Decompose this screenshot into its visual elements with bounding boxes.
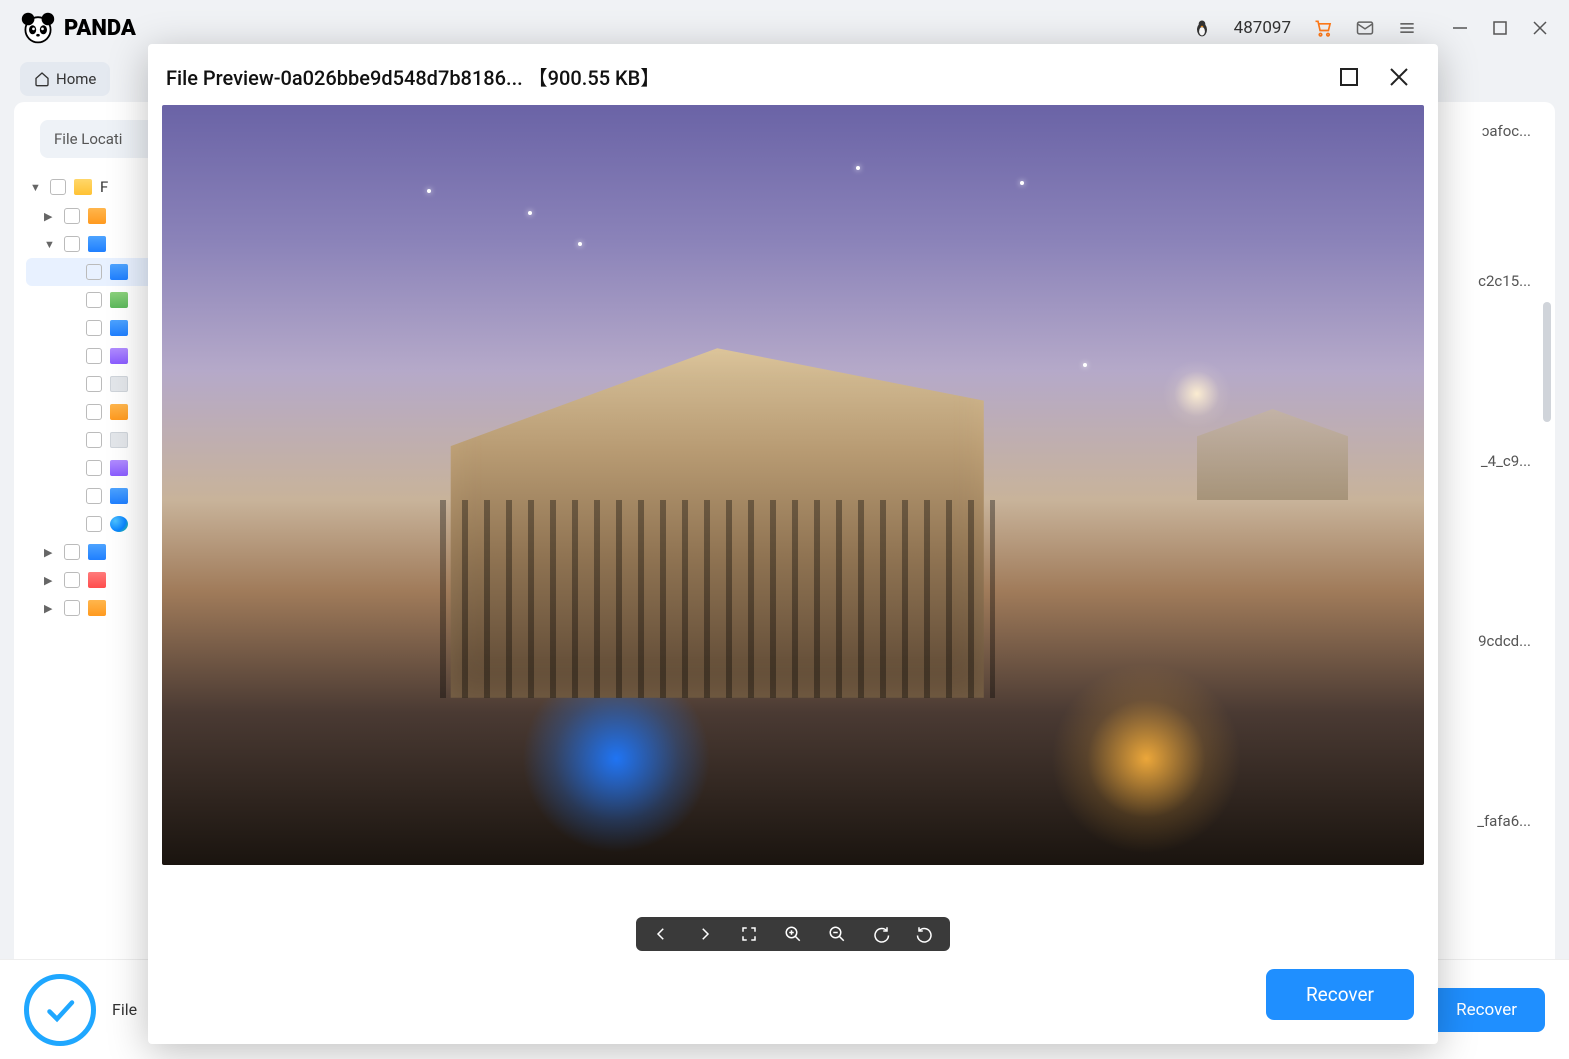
file-type-icon xyxy=(88,208,106,224)
chevron-right-icon[interactable]: ▶ xyxy=(44,602,56,615)
file-type-icon xyxy=(110,376,128,392)
file-type-icon xyxy=(110,488,128,504)
status-text: File xyxy=(112,1000,137,1019)
checkbox[interactable] xyxy=(86,376,102,392)
file-type-icon xyxy=(88,544,106,560)
maximize-button[interactable] xyxy=(1491,19,1509,37)
file-type-icon xyxy=(110,460,128,476)
window-controls xyxy=(1451,19,1549,37)
zoom-in-button[interactable] xyxy=(782,923,804,945)
preview-image xyxy=(162,105,1424,865)
close-button[interactable] xyxy=(1531,19,1549,37)
checkbox[interactable] xyxy=(86,460,102,476)
rotate-left-button[interactable] xyxy=(914,923,936,945)
checkbox[interactable] xyxy=(86,432,102,448)
file-type-icon xyxy=(88,236,106,252)
panda-icon xyxy=(20,10,56,46)
preview-area xyxy=(148,105,1438,955)
zoom-out-button[interactable] xyxy=(826,923,848,945)
scrollbar[interactable] xyxy=(1543,302,1551,422)
chevron-down-icon[interactable]: ▼ xyxy=(30,181,42,194)
home-breadcrumb[interactable]: Home xyxy=(20,62,110,96)
minimize-button[interactable] xyxy=(1451,19,1469,37)
file-type-icon xyxy=(110,348,128,364)
filename-peek: _fafa6... xyxy=(1477,812,1531,830)
header-right: 487097 xyxy=(1192,18,1549,38)
viewer-toolbar xyxy=(636,917,950,951)
scan-complete-icon xyxy=(24,974,96,1046)
file-type-icon xyxy=(88,600,106,616)
file-type-icon xyxy=(110,516,128,532)
checkbox[interactable] xyxy=(86,292,102,308)
checkbox[interactable] xyxy=(64,544,80,560)
brand-logo: PANDA xyxy=(20,10,136,46)
preview-modal: File Preview-0a026bbe9d548d7b8186... 【90… xyxy=(148,44,1438,1044)
cart-icon[interactable] xyxy=(1313,18,1333,38)
filename-peek: _4_c9... xyxy=(1481,452,1531,470)
penguin-icon xyxy=(1192,18,1212,38)
mail-icon[interactable] xyxy=(1355,18,1375,38)
recover-button-main[interactable]: Recover xyxy=(1428,988,1545,1032)
fullscreen-button[interactable] xyxy=(738,923,760,945)
chevron-right-icon[interactable]: ▶ xyxy=(44,210,56,223)
file-type-icon xyxy=(110,404,128,420)
checkbox[interactable] xyxy=(86,320,102,336)
prev-button[interactable] xyxy=(650,923,672,945)
chevron-right-icon[interactable]: ▶ xyxy=(44,574,56,587)
file-type-icon xyxy=(88,572,106,588)
checkbox[interactable] xyxy=(86,404,102,420)
modal-header: File Preview-0a026bbe9d548d7b8186... 【90… xyxy=(148,44,1438,105)
tree-label: F xyxy=(100,178,108,196)
file-type-icon xyxy=(110,320,128,336)
header-number: 487097 xyxy=(1234,18,1291,38)
next-button[interactable] xyxy=(694,923,716,945)
menu-icon[interactable] xyxy=(1397,18,1417,38)
filename-peek: c2c15... xyxy=(1478,272,1531,290)
chevron-right-icon[interactable]: ▶ xyxy=(44,546,56,559)
home-label: Home xyxy=(56,70,96,88)
modal-title: File Preview-0a026bbe9d548d7b8186... 【90… xyxy=(166,62,660,91)
checkbox[interactable] xyxy=(64,208,80,224)
file-type-icon xyxy=(110,264,128,280)
modal-window-actions xyxy=(1338,66,1410,88)
recover-button[interactable]: Recover xyxy=(1266,969,1414,1020)
file-type-icon xyxy=(110,292,128,308)
modal-footer: Recover xyxy=(148,955,1438,1044)
file-type-icon xyxy=(110,432,128,448)
home-icon xyxy=(34,71,50,87)
checkbox[interactable] xyxy=(86,348,102,364)
filename-peek: ɔafoc... xyxy=(1482,122,1531,140)
checkbox[interactable] xyxy=(86,516,102,532)
checkbox[interactable] xyxy=(86,488,102,504)
file-type-icon xyxy=(74,179,92,195)
modal-close-button[interactable] xyxy=(1388,66,1410,88)
checkbox[interactable] xyxy=(64,600,80,616)
chevron-down-icon[interactable]: ▼ xyxy=(44,238,56,251)
modal-maximize-button[interactable] xyxy=(1338,66,1360,88)
checkbox[interactable] xyxy=(86,264,102,280)
brand-text: PANDA xyxy=(64,16,136,41)
filename-peek: 9cdcd... xyxy=(1478,632,1531,650)
rotate-right-button[interactable] xyxy=(870,923,892,945)
checkbox[interactable] xyxy=(50,179,66,195)
checkbox[interactable] xyxy=(64,236,80,252)
checkbox[interactable] xyxy=(64,572,80,588)
